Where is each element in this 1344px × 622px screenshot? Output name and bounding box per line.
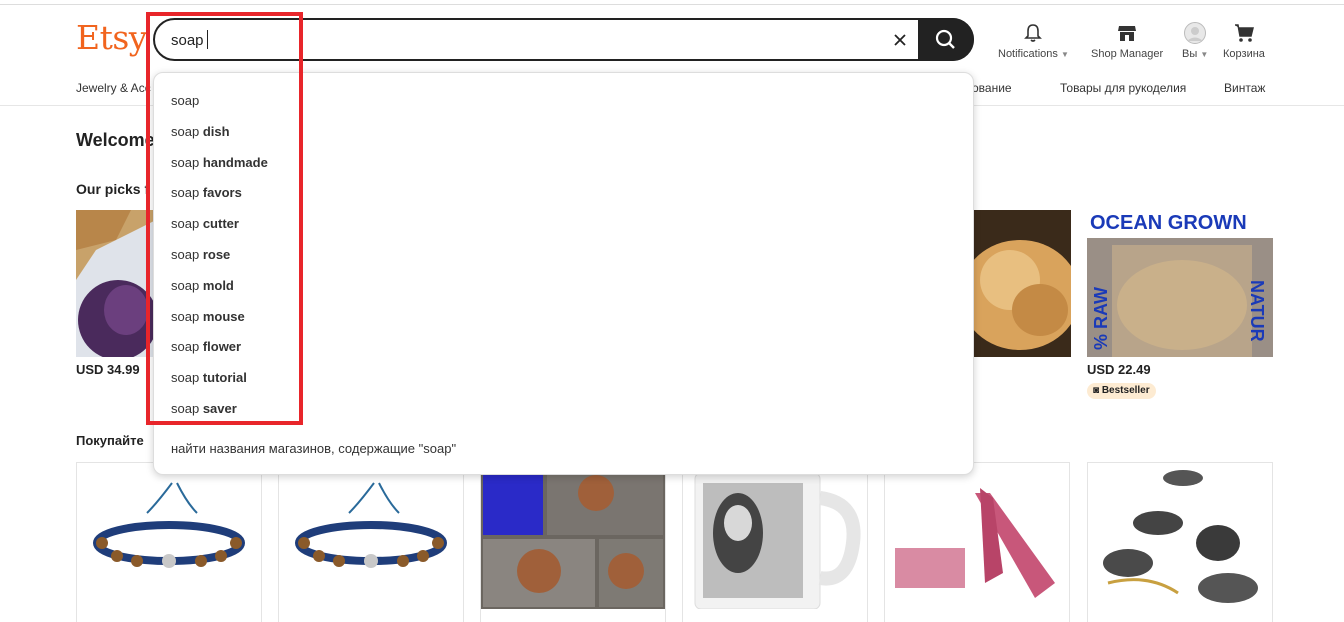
chevron-down-icon: ▼ [1060,50,1069,59]
product-image [1088,463,1272,609]
badge-label: Bestseller [1101,385,1150,396]
avatar [1184,22,1207,44]
top-border [0,4,1344,5]
shop-icon [1118,26,1137,41]
product-price: USD 34.99 [76,362,140,377]
product-image [77,463,261,609]
cart-icon [1234,24,1254,42]
nav-item-craft-supplies[interactable]: Товары для рукоделия [1060,81,1186,95]
product-card[interactable] [76,462,262,622]
product-image[interactable]: OCEAN GROWN % RAW NATUR [1087,210,1273,357]
ribbon-icon: ◙ [1093,385,1100,396]
search-button[interactable] [918,18,974,61]
product-image [885,463,1069,609]
nav-item-jewelry[interactable]: Jewelry & Acc [76,81,151,95]
cart-button[interactable]: Корзина [1223,22,1265,60]
shop-manager-button[interactable]: Shop Manager [1091,22,1163,60]
clear-search-button[interactable] [889,29,911,51]
notifications-label: Notifications [998,48,1058,60]
product-card[interactable] [682,462,868,622]
highlight-annotation-box [146,12,303,425]
product-image[interactable] [76,210,156,357]
etsy-logo[interactable]: Etsy [76,18,147,57]
account-button[interactable]: Вы ▼ [1182,22,1208,60]
product-card[interactable] [278,462,464,622]
product-image [481,463,665,609]
close-icon [894,34,906,46]
account-label: Вы [1182,48,1198,60]
find-shop-names-link[interactable]: найти названия магазинов, содержащие "so… [171,441,456,456]
bestseller-badge: ◙ Bestseller [1087,383,1156,399]
chevron-down-icon: ▼ [1200,50,1209,59]
product-image [683,463,867,609]
product-card[interactable] [884,462,1070,622]
picks-heading: Our picks f [76,181,150,197]
shop-manager-label: Shop Manager [1091,48,1164,60]
product-card[interactable] [1087,462,1273,622]
welcome-heading: Welcome [76,130,155,150]
nav-item-partial[interactable]: ование [972,81,1012,95]
product-image [279,463,463,609]
notifications-button[interactable]: Notifications ▼ [998,22,1069,60]
ocean-grown-text: OCEAN GROWN [1090,212,1247,234]
raw-text: % RAW [1091,287,1111,350]
product-price: USD 22.49 [1087,362,1151,377]
cart-label: Корзина [1223,48,1265,60]
nav-item-vintage[interactable]: Винтаж [1224,81,1265,95]
search-icon [935,29,955,49]
natur-text: NATUR [1247,280,1267,342]
product-image[interactable] [970,210,1071,357]
bell-icon [1024,24,1043,42]
product-card[interactable] [480,462,666,622]
shop-section-heading: Покупайте [76,433,144,448]
